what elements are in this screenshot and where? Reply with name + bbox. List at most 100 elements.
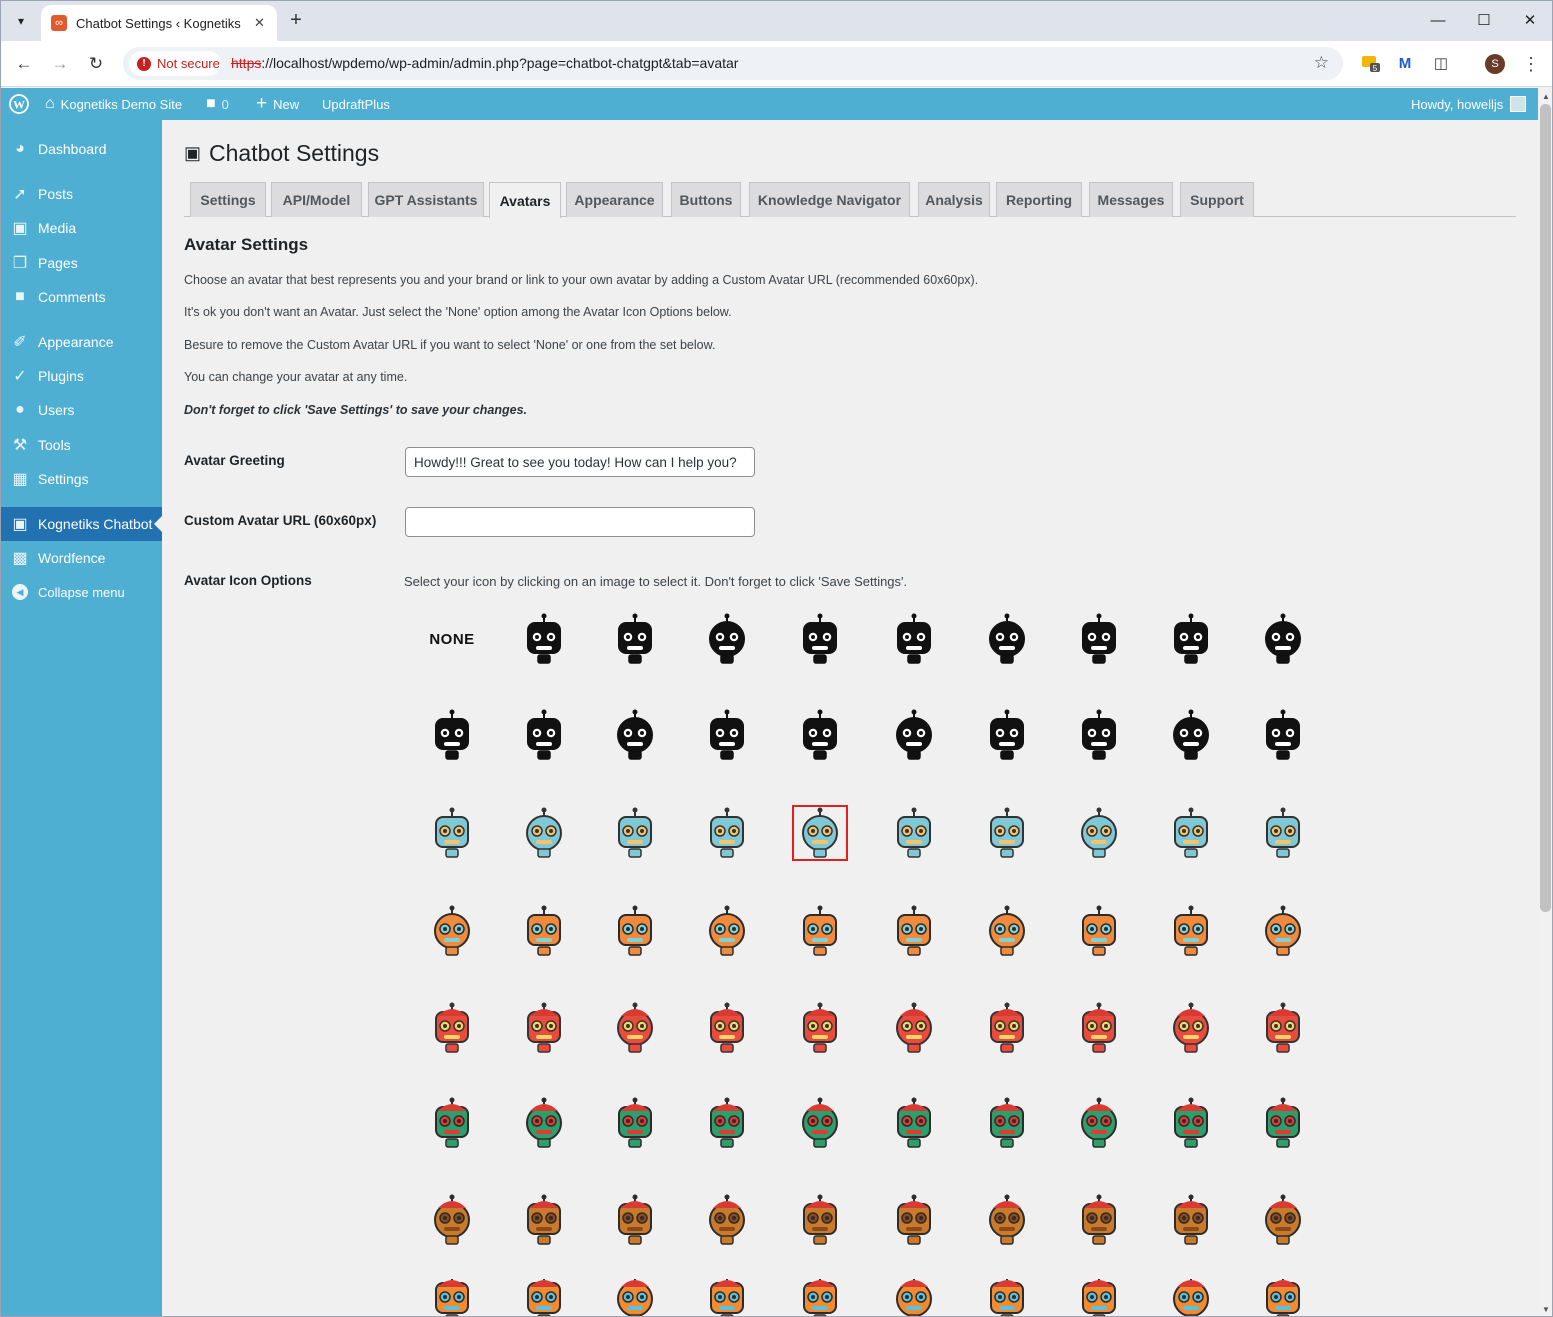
- sidebar-item-wordfence[interactable]: ▩ Wordfence: [1, 541, 162, 575]
- avatar-option[interactable]: [979, 707, 1035, 763]
- avatar-option[interactable]: [1071, 1192, 1127, 1248]
- avatar-option[interactable]: [792, 1192, 848, 1248]
- avatar-option[interactable]: [699, 1279, 755, 1316]
- avatar-option[interactable]: [424, 1095, 480, 1151]
- avatar-option[interactable]: [607, 805, 663, 861]
- bookmark-star-icon[interactable]: ☆: [1314, 53, 1329, 73]
- avatar-option[interactable]: [886, 805, 942, 861]
- avatar-option[interactable]: [1071, 611, 1127, 667]
- avatar-option[interactable]: [979, 1095, 1035, 1151]
- avatar-option[interactable]: [1163, 611, 1219, 667]
- avatar-option[interactable]: [1163, 805, 1219, 861]
- close-window-icon[interactable]: ✕: [1517, 9, 1543, 33]
- my-account-link[interactable]: Howdy, howelljs: [1411, 88, 1527, 120]
- avatar-option[interactable]: [1163, 1192, 1219, 1248]
- forward-arrow-icon[interactable]: →: [48, 52, 72, 76]
- collapse-menu-button[interactable]: ◀ Collapse menu: [1, 575, 162, 609]
- avatar-option[interactable]: [979, 1000, 1035, 1056]
- avatar-option[interactable]: [886, 1279, 942, 1316]
- url-text[interactable]: https://localhost/wpdemo/wp-admin/admin.…: [231, 55, 738, 71]
- browser-tab-active[interactable]: ∞ Chatbot Settings ‹ Kognetiks D ✕: [41, 5, 277, 41]
- wordpress-logo-icon[interactable]: W: [9, 88, 29, 120]
- tab-messages[interactable]: Messages: [1089, 182, 1173, 217]
- avatar-option[interactable]: [699, 611, 755, 667]
- avatar-option[interactable]: [516, 1095, 572, 1151]
- avatar-option[interactable]: [1255, 903, 1311, 959]
- sidebar-item-comments[interactable]: ■ Comments: [1, 280, 162, 314]
- sidebar-item-dashboard[interactable]: ◕ Dashboard: [1, 132, 162, 166]
- avatar-option[interactable]: [792, 611, 848, 667]
- tab-analysis[interactable]: Analysis: [918, 182, 990, 217]
- avatar-option[interactable]: [699, 1000, 755, 1056]
- avatar-option[interactable]: [979, 903, 1035, 959]
- avatar-option[interactable]: [699, 1192, 755, 1248]
- avatar-option[interactable]: [607, 1192, 663, 1248]
- avatar-option[interactable]: [424, 1192, 480, 1248]
- sidebar-item-plugins[interactable]: ✓ Plugins: [1, 359, 162, 393]
- sidebar-item-tools[interactable]: ⚒ Tools: [1, 428, 162, 462]
- avatar-option[interactable]: [1071, 903, 1127, 959]
- avatar-greeting-input[interactable]: [405, 447, 755, 477]
- maximize-icon[interactable]: ☐: [1471, 9, 1497, 33]
- avatar-option[interactable]: [607, 903, 663, 959]
- avatar-option[interactable]: [424, 805, 480, 861]
- avatar-option[interactable]: [1071, 1000, 1127, 1056]
- extensions-puzzle-icon[interactable]: ◫: [1430, 53, 1452, 75]
- avatar-option[interactable]: [979, 1192, 1035, 1248]
- avatar-option[interactable]: [792, 707, 848, 763]
- avatar-option[interactable]: [424, 1000, 480, 1056]
- custom-avatar-url-input[interactable]: [405, 507, 755, 537]
- avatar-option[interactable]: [1163, 707, 1219, 763]
- avatar-option[interactable]: [792, 903, 848, 959]
- scroll-thumb[interactable]: [1540, 104, 1551, 912]
- avatar-option[interactable]: [607, 707, 663, 763]
- new-tab-plus-icon[interactable]: +: [285, 9, 307, 31]
- avatar-option[interactable]: [516, 1000, 572, 1056]
- more-menu-icon[interactable]: ⋮: [1520, 53, 1542, 75]
- tab-api-model[interactable]: API/Model: [271, 182, 362, 217]
- sidebar-item-pages[interactable]: ❐ Pages: [1, 246, 162, 280]
- avatar-option[interactable]: [1255, 1192, 1311, 1248]
- sidebar-item-posts[interactable]: ➚ Posts: [1, 177, 162, 211]
- avatar-option[interactable]: [516, 611, 572, 667]
- avatar-option[interactable]: [424, 903, 480, 959]
- minimize-icon[interactable]: —: [1425, 9, 1451, 33]
- back-arrow-icon[interactable]: ←: [12, 52, 36, 76]
- tab-reporting[interactable]: Reporting: [996, 182, 1082, 217]
- avatar-option[interactable]: [1163, 1279, 1219, 1316]
- avatar-option[interactable]: [1255, 1279, 1311, 1316]
- tab-avatars[interactable]: Avatars: [489, 182, 561, 218]
- avatar-option[interactable]: [699, 707, 755, 763]
- new-content-link[interactable]: + New: [256, 88, 299, 120]
- avatar-option[interactable]: [607, 1279, 663, 1316]
- avatar-option[interactable]: [699, 903, 755, 959]
- avatar-option[interactable]: [886, 1192, 942, 1248]
- tab-close-icon[interactable]: ✕: [254, 15, 265, 31]
- address-bar[interactable]: ! Not secure https://localhost/wpdemo/wp…: [123, 47, 1343, 80]
- avatar-option[interactable]: [424, 1279, 480, 1316]
- avatar-option[interactable]: [1071, 805, 1127, 861]
- avatar-option[interactable]: [792, 1000, 848, 1056]
- avatar-option[interactable]: [979, 805, 1035, 861]
- avatar-option[interactable]: [1163, 1000, 1219, 1056]
- scroll-up-arrow-icon[interactable]: ▲: [1542, 92, 1550, 101]
- avatar-option[interactable]: [1071, 1095, 1127, 1151]
- avatar-option[interactable]: [886, 903, 942, 959]
- avatar-option[interactable]: [1071, 1279, 1127, 1316]
- avatar-option[interactable]: [607, 1000, 663, 1056]
- avatar-option[interactable]: [792, 805, 848, 861]
- avatar-option[interactable]: [1255, 707, 1311, 763]
- avatar-option[interactable]: [516, 805, 572, 861]
- tab-knowledge-navigator[interactable]: Knowledge Navigator: [749, 182, 910, 217]
- updraftplus-link[interactable]: UpdraftPlus: [322, 88, 390, 120]
- tab-gpt-assistants[interactable]: GPT Assistants: [368, 182, 484, 217]
- avatar-option[interactable]: [699, 1095, 755, 1151]
- avatar-option[interactable]: [1163, 1095, 1219, 1151]
- extension-folder-icon[interactable]: 5: [1360, 53, 1382, 75]
- avatar-option[interactable]: [516, 1279, 572, 1316]
- tab-settings[interactable]: Settings: [190, 182, 266, 217]
- avatar-option[interactable]: [1255, 1095, 1311, 1151]
- avatar-option[interactable]: [886, 1095, 942, 1151]
- avatar-option[interactable]: [1071, 707, 1127, 763]
- tab-appearance[interactable]: Appearance: [566, 182, 663, 217]
